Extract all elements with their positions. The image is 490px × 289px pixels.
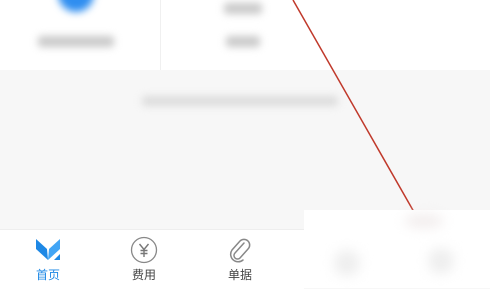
paperclip-icon: [229, 238, 251, 263]
blurred-overlay-panel: [304, 210, 490, 288]
tab-docs-label: 单据: [227, 268, 252, 282]
blurred-element: [404, 214, 444, 228]
tab-fees[interactable]: 费用: [96, 230, 192, 289]
tab-home[interactable]: 首页: [0, 230, 96, 289]
blurred-tab-icon: [334, 250, 360, 276]
yen-circle-icon: [130, 236, 158, 264]
logo-m-icon: [36, 239, 60, 260]
tab-docs[interactable]: 单据: [192, 230, 288, 289]
annotation-line-stroke: [292, 0, 415, 213]
tab-fees-label: 费用: [131, 268, 156, 282]
blurred-tab-icon: [428, 248, 454, 274]
tab-home-label: 首页: [35, 268, 60, 282]
bottom-tab-bar: 首页 费用 单据: [0, 229, 304, 289]
